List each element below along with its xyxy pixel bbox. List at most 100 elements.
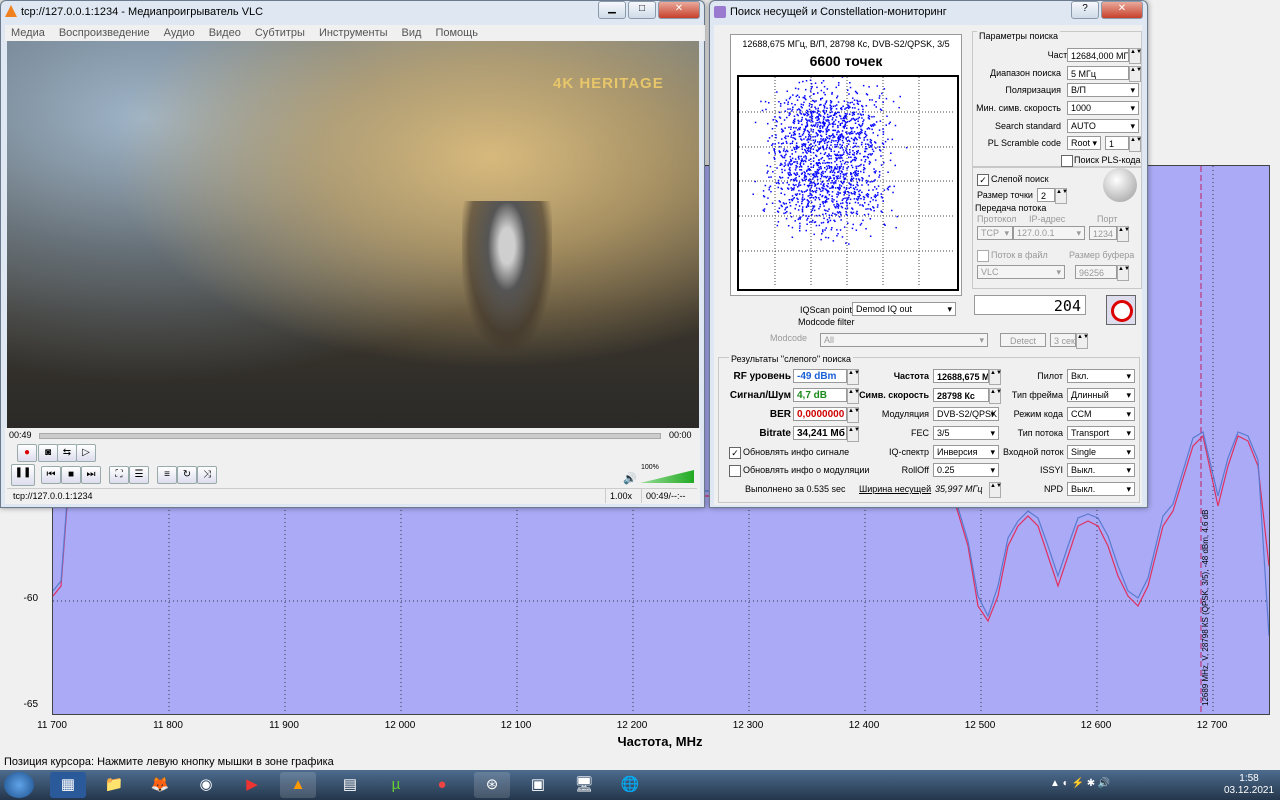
menu-view[interactable]: Вид [402, 25, 422, 41]
calculator-icon[interactable]: ▣ [520, 772, 556, 798]
rolloff-select[interactable]: 0.25 [933, 463, 999, 477]
speaker-icon[interactable]: 🔊 [623, 472, 637, 485]
firefox-icon[interactable]: 🦊 [142, 772, 178, 798]
video-frame[interactable]: 4K HERITAGE [7, 41, 699, 428]
blindscan-titlebar[interactable]: Поиск несущей и Constellation-мониторинг… [710, 1, 1147, 23]
explorer-icon[interactable]: 📁 [96, 772, 132, 798]
equalizer-button[interactable]: ☰ [129, 466, 149, 484]
chrome-icon[interactable]: ◉ [188, 772, 224, 798]
pl-scramble-input[interactable]: 1 [1105, 136, 1129, 150]
point-size-spinner[interactable]: ▲▼ [1055, 188, 1068, 204]
playback-speed[interactable]: 1.00x [605, 489, 632, 503]
frequency-input[interactable]: 12684,000 МГц [1067, 48, 1129, 62]
menu-subtitles[interactable]: Субтитры [255, 25, 305, 41]
playlist-button[interactable]: ≡ [157, 466, 177, 484]
bandwidth-spinner[interactable]: ▲▼ [989, 482, 1002, 498]
frame-type-select[interactable]: Длинный [1067, 388, 1135, 402]
input-stream-select[interactable]: Single [1067, 445, 1135, 459]
to-file-checkbox[interactable] [977, 250, 989, 262]
pl-scramble-mode-select[interactable]: Root [1067, 136, 1101, 150]
bandwidth-label[interactable]: Ширина несущей [859, 484, 931, 494]
detect-time-input[interactable]: 3 сек [1050, 333, 1076, 347]
range-spinner[interactable]: ▲▼ [1129, 66, 1142, 82]
seek-bar[interactable] [39, 433, 661, 439]
detect-time-spinner[interactable]: ▲▼ [1076, 333, 1089, 349]
bitrate-spinner[interactable]: ▲▼ [847, 426, 860, 442]
record-button[interactable]: ● [17, 444, 37, 462]
modcode-select[interactable]: All [820, 333, 988, 347]
menu-audio[interactable]: Аудио [164, 25, 195, 41]
blindscan-taskbar-icon[interactable]: ⊛ [474, 772, 510, 798]
pl-scramble-spinner[interactable]: ▲▼ [1129, 136, 1142, 152]
stop-scan-button[interactable] [1106, 295, 1136, 325]
update-mod-checkbox[interactable] [729, 465, 741, 477]
npd-select[interactable]: Выкл. [1067, 482, 1135, 496]
start-button[interactable] [4, 772, 34, 798]
iqscan-select[interactable]: Demod IQ out [852, 302, 956, 316]
menu-playback[interactable]: Воспроизведение [59, 25, 150, 41]
code-mode-select[interactable]: CCM [1067, 407, 1135, 421]
fec-select[interactable]: 3/5 [933, 426, 999, 440]
buffer-input[interactable]: 96256 [1075, 265, 1117, 279]
volume-slider[interactable] [640, 470, 694, 483]
result-frequency-spinner[interactable]: ▲▼ [989, 369, 1002, 385]
vlc-taskbar-icon[interactable]: ▲ [280, 772, 316, 798]
satellite-dish-button[interactable] [1103, 168, 1137, 202]
blind-search-checkbox[interactable]: ✓ [977, 174, 989, 186]
pilot-select[interactable]: Вкл. [1067, 369, 1135, 383]
range-input[interactable]: 5 МГц [1067, 66, 1129, 80]
vlc-titlebar[interactable]: tcp://127.0.0.1:1234 - Медиапроигрывател… [1, 1, 704, 23]
maximize-button[interactable]: □ [628, 1, 656, 19]
port-spinner[interactable]: ▲▼ [1117, 226, 1130, 242]
antivirus-icon[interactable]: ● [424, 772, 460, 798]
point-size-input[interactable]: 2 [1037, 188, 1055, 202]
taskbar-app-icon[interactable]: ▦ [50, 772, 86, 798]
min-sr-select[interactable]: 1000 [1067, 101, 1139, 115]
previous-button[interactable]: ⏮ [41, 466, 61, 484]
calendar-icon[interactable]: ▤ [332, 772, 368, 798]
menu-media[interactable]: Медиа [11, 25, 45, 41]
minimize-button[interactable]: ▁ [598, 1, 626, 19]
issyi-select[interactable]: Выкл. [1067, 463, 1135, 477]
snr-spinner[interactable]: ▲▼ [847, 388, 860, 404]
snapshot-button[interactable]: ◙ [38, 444, 58, 462]
stream-type-select[interactable]: Transport [1067, 426, 1135, 440]
player-select[interactable]: VLC [977, 265, 1065, 279]
network-tool-icon[interactable]: 🖥 [566, 772, 602, 798]
polarization-select[interactable]: В/П [1067, 83, 1139, 97]
loop-ab-button[interactable]: ⇆ [57, 444, 77, 462]
utorrent-icon[interactable]: µ [378, 772, 414, 798]
fullscreen-button[interactable]: ⛶ [109, 466, 129, 484]
protocol-select[interactable]: TCP [977, 226, 1013, 240]
clock-time[interactable]: 1:58 [1222, 773, 1276, 784]
media-player-icon[interactable]: ▶ [234, 772, 270, 798]
loop-button[interactable]: ↻ [177, 466, 197, 484]
update-signal-checkbox[interactable]: ✓ [729, 447, 741, 459]
rf-spinner[interactable]: ▲▼ [847, 369, 860, 385]
port-input[interactable]: 1234 [1089, 226, 1117, 240]
menu-tools[interactable]: Инструменты [319, 25, 388, 41]
menu-help[interactable]: Помощь [435, 25, 478, 41]
iq-spectrum-select[interactable]: Инверсия [933, 445, 999, 459]
pause-button[interactable]: ❚❚ [11, 464, 35, 486]
next-button[interactable]: ⏭ [81, 466, 101, 484]
stop-button[interactable]: ■ [61, 466, 81, 484]
ber-spinner[interactable]: ▲▼ [847, 407, 860, 423]
help-button[interactable]: ? [1071, 1, 1099, 19]
detect-button[interactable]: Detect [1000, 333, 1046, 347]
search-standard-select[interactable]: AUTO [1067, 119, 1139, 133]
frame-step-button[interactable]: ▷ [76, 444, 96, 462]
tray-icons[interactable]: ▲ ◐ ⚡ ✱ 🔊 [1050, 778, 1110, 789]
result-sr-spinner[interactable]: ▲▼ [989, 388, 1002, 404]
close-button[interactable]: ✕ [1101, 1, 1143, 19]
close-button[interactable]: ✕ [658, 1, 700, 19]
buffer-spinner[interactable]: ▲▼ [1117, 265, 1130, 281]
ip-select[interactable]: 127.0.0.1 [1013, 226, 1085, 240]
shuffle-button[interactable]: ⤨ [197, 466, 217, 484]
frequency-spinner[interactable]: ▲▼ [1129, 48, 1142, 64]
menu-video[interactable]: Видео [209, 25, 241, 41]
pls-search-checkbox[interactable] [1061, 155, 1073, 167]
clock-date[interactable]: 03.12.2021 [1222, 785, 1276, 796]
modulation-select[interactable]: DVB-S2/QPSK [933, 407, 999, 421]
globe-icon[interactable]: 🌐 [612, 772, 648, 798]
